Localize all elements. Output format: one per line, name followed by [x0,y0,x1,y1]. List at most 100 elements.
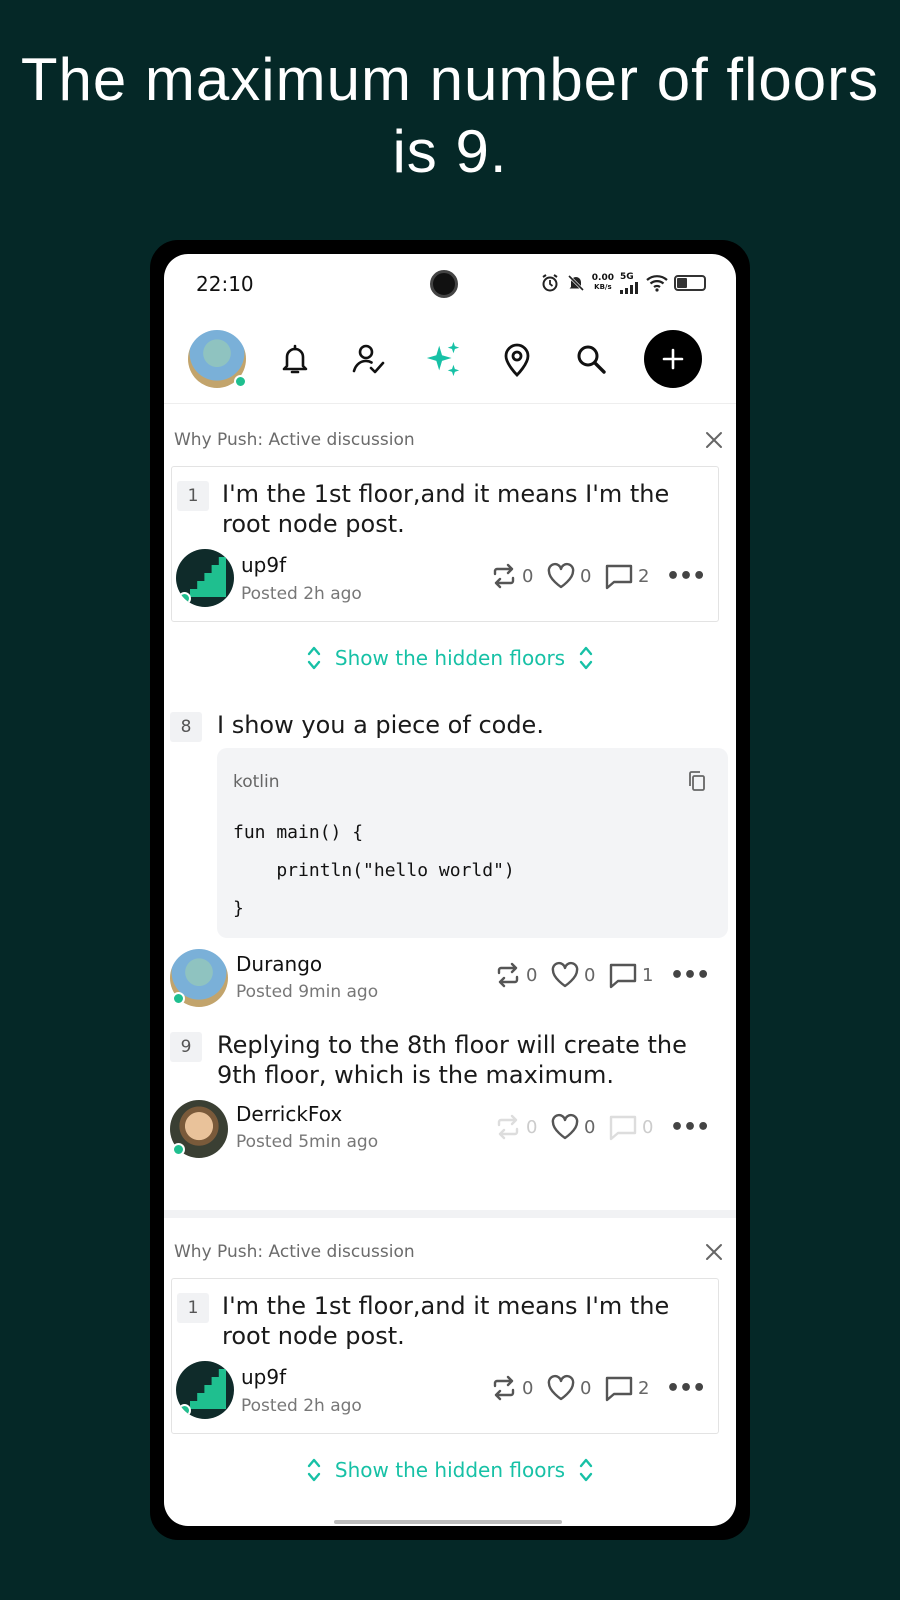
online-indicator [234,375,247,388]
more-options-icon[interactable]: ••• [666,564,706,589]
author-avatar[interactable] [170,1100,228,1158]
post-text: Replying to the 8th floor will create th… [217,1031,687,1089]
stairs-logo [190,557,226,597]
more-options-icon[interactable]: ••• [666,1376,706,1401]
thread-divider [164,1210,736,1218]
home-indicator[interactable] [334,1520,562,1524]
online-indicator [172,1143,185,1156]
repost-icon [493,563,515,589]
floor-8-post[interactable]: 8 I show you a piece of code. kotlin fun… [164,711,736,1012]
status-icons: 0.00 KB/s 5G [540,272,706,294]
root-post-card[interactable]: 1 I'm the 1st floor,and it means I'm the… [171,466,719,622]
plus-icon [662,348,684,370]
battery-icon [674,275,706,291]
heart-icon [551,961,579,988]
following-user-check-icon[interactable] [350,340,388,378]
why-push-label: Why Push: Active discussion [174,1242,415,1262]
repost-icon [493,1375,515,1401]
repost-count: 0 [526,1116,538,1138]
comment-icon [609,1115,637,1141]
comment-count: 2 [638,1377,650,1399]
floor-number-badge: 1 [177,481,209,511]
copy-icon[interactable] [686,770,708,792]
why-push-row: Why Push: Active discussion [164,420,736,460]
repost-count: 0 [522,1377,534,1399]
comment-button[interactable]: 0 [608,1113,654,1141]
like-button[interactable]: 0 [546,562,592,590]
repost-button[interactable]: 0 [494,961,538,989]
post-text: I'm the 1st floor,and it means I'm the r… [222,1292,670,1350]
phone-screen: 22:10 0.00 KB/s 5G Why Push: Active disc… [164,254,736,1526]
create-post-button[interactable] [644,330,702,388]
expand-chevrons-icon [307,646,321,670]
author-avatar[interactable] [176,549,234,607]
more-options-icon[interactable]: ••• [670,963,710,988]
code-block: kotlin fun main() { println("hello world… [217,748,728,938]
signal-group: 5G [620,272,640,294]
online-indicator [172,992,185,1005]
code-line: } [233,898,244,919]
top-nav [164,318,736,404]
repost-button[interactable]: 0 [494,1113,538,1141]
post-actions: 0 0 2 ••• [490,1373,706,1403]
show-hidden-floors-button[interactable]: Show the hidden floors [164,1450,736,1490]
notifications-bell-icon[interactable] [276,340,314,378]
online-indicator [178,592,191,605]
profile-avatar[interactable] [188,330,247,388]
post-time: Posted 9min ago [236,982,379,1002]
location-pin-icon[interactable] [498,340,536,378]
author-avatar[interactable] [176,1361,234,1419]
status-bar: 22:10 0.00 KB/s 5G [164,254,736,314]
like-button[interactable]: 0 [550,1113,596,1141]
comment-button[interactable]: 1 [608,961,654,989]
repost-button[interactable]: 0 [490,1374,534,1402]
comment-button[interactable]: 2 [604,1374,650,1402]
floor-number-badge: 1 [177,1293,209,1323]
floor-number-badge: 8 [170,712,202,742]
net-speed-unit: KB/s [594,283,612,291]
show-hidden-floors-button[interactable]: Show the hidden floors [164,638,736,678]
more-options-icon[interactable]: ••• [670,1115,710,1140]
search-icon[interactable] [572,340,610,378]
close-icon[interactable] [702,1240,726,1264]
author-avatar[interactable] [170,949,228,1007]
heart-icon [551,1113,579,1140]
post-text: I show you a piece of code. [217,711,544,739]
code-content: fun main() { println("hello world")} [233,814,515,928]
net-speed: 0.00 KB/s [592,274,614,292]
floor-9-post[interactable]: 9 Replying to the 8th floor will create … [164,1031,736,1192]
heart-icon [547,1374,575,1401]
like-count: 0 [584,964,596,986]
root-post-card[interactable]: 1 I'm the 1st floor,and it means I'm the… [171,1278,719,1434]
comment-button[interactable]: 2 [604,562,650,590]
like-count: 0 [584,1116,596,1138]
post-actions: 0 0 1 ••• [494,960,710,990]
comment-count: 2 [638,565,650,587]
net-speed-value: 0.00 [591,273,614,283]
like-button[interactable]: 0 [546,1374,592,1402]
why-push-label: Why Push: Active discussion [174,430,415,450]
repost-count: 0 [522,565,534,587]
alarm-icon [542,274,558,292]
post-actions: 0 0 0 ••• [494,1112,710,1142]
post-time: Posted 2h ago [241,1396,362,1416]
code-block-wrap: kotlin fun main() { println("hello world… [164,748,736,938]
wifi-icon [646,275,668,292]
headline: The maximum number of floors is 9. [20,46,880,185]
front-camera [430,270,458,298]
comment-icon [609,963,637,989]
sparkles-icon[interactable] [424,340,462,378]
close-icon[interactable] [702,428,726,452]
signal-icon [620,282,638,294]
author-name[interactable]: Durango [236,952,322,976]
repost-icon [497,962,519,988]
post-time: Posted 5min ago [236,1132,379,1152]
author-name[interactable]: up9f [241,553,286,577]
stairs-logo [190,1369,226,1409]
network-type: 5G [620,272,634,282]
heart-icon [547,562,575,589]
like-button[interactable]: 0 [550,961,596,989]
repost-button[interactable]: 0 [490,562,534,590]
author-name[interactable]: DerrickFox [236,1102,342,1126]
author-name[interactable]: up9f [241,1365,286,1389]
